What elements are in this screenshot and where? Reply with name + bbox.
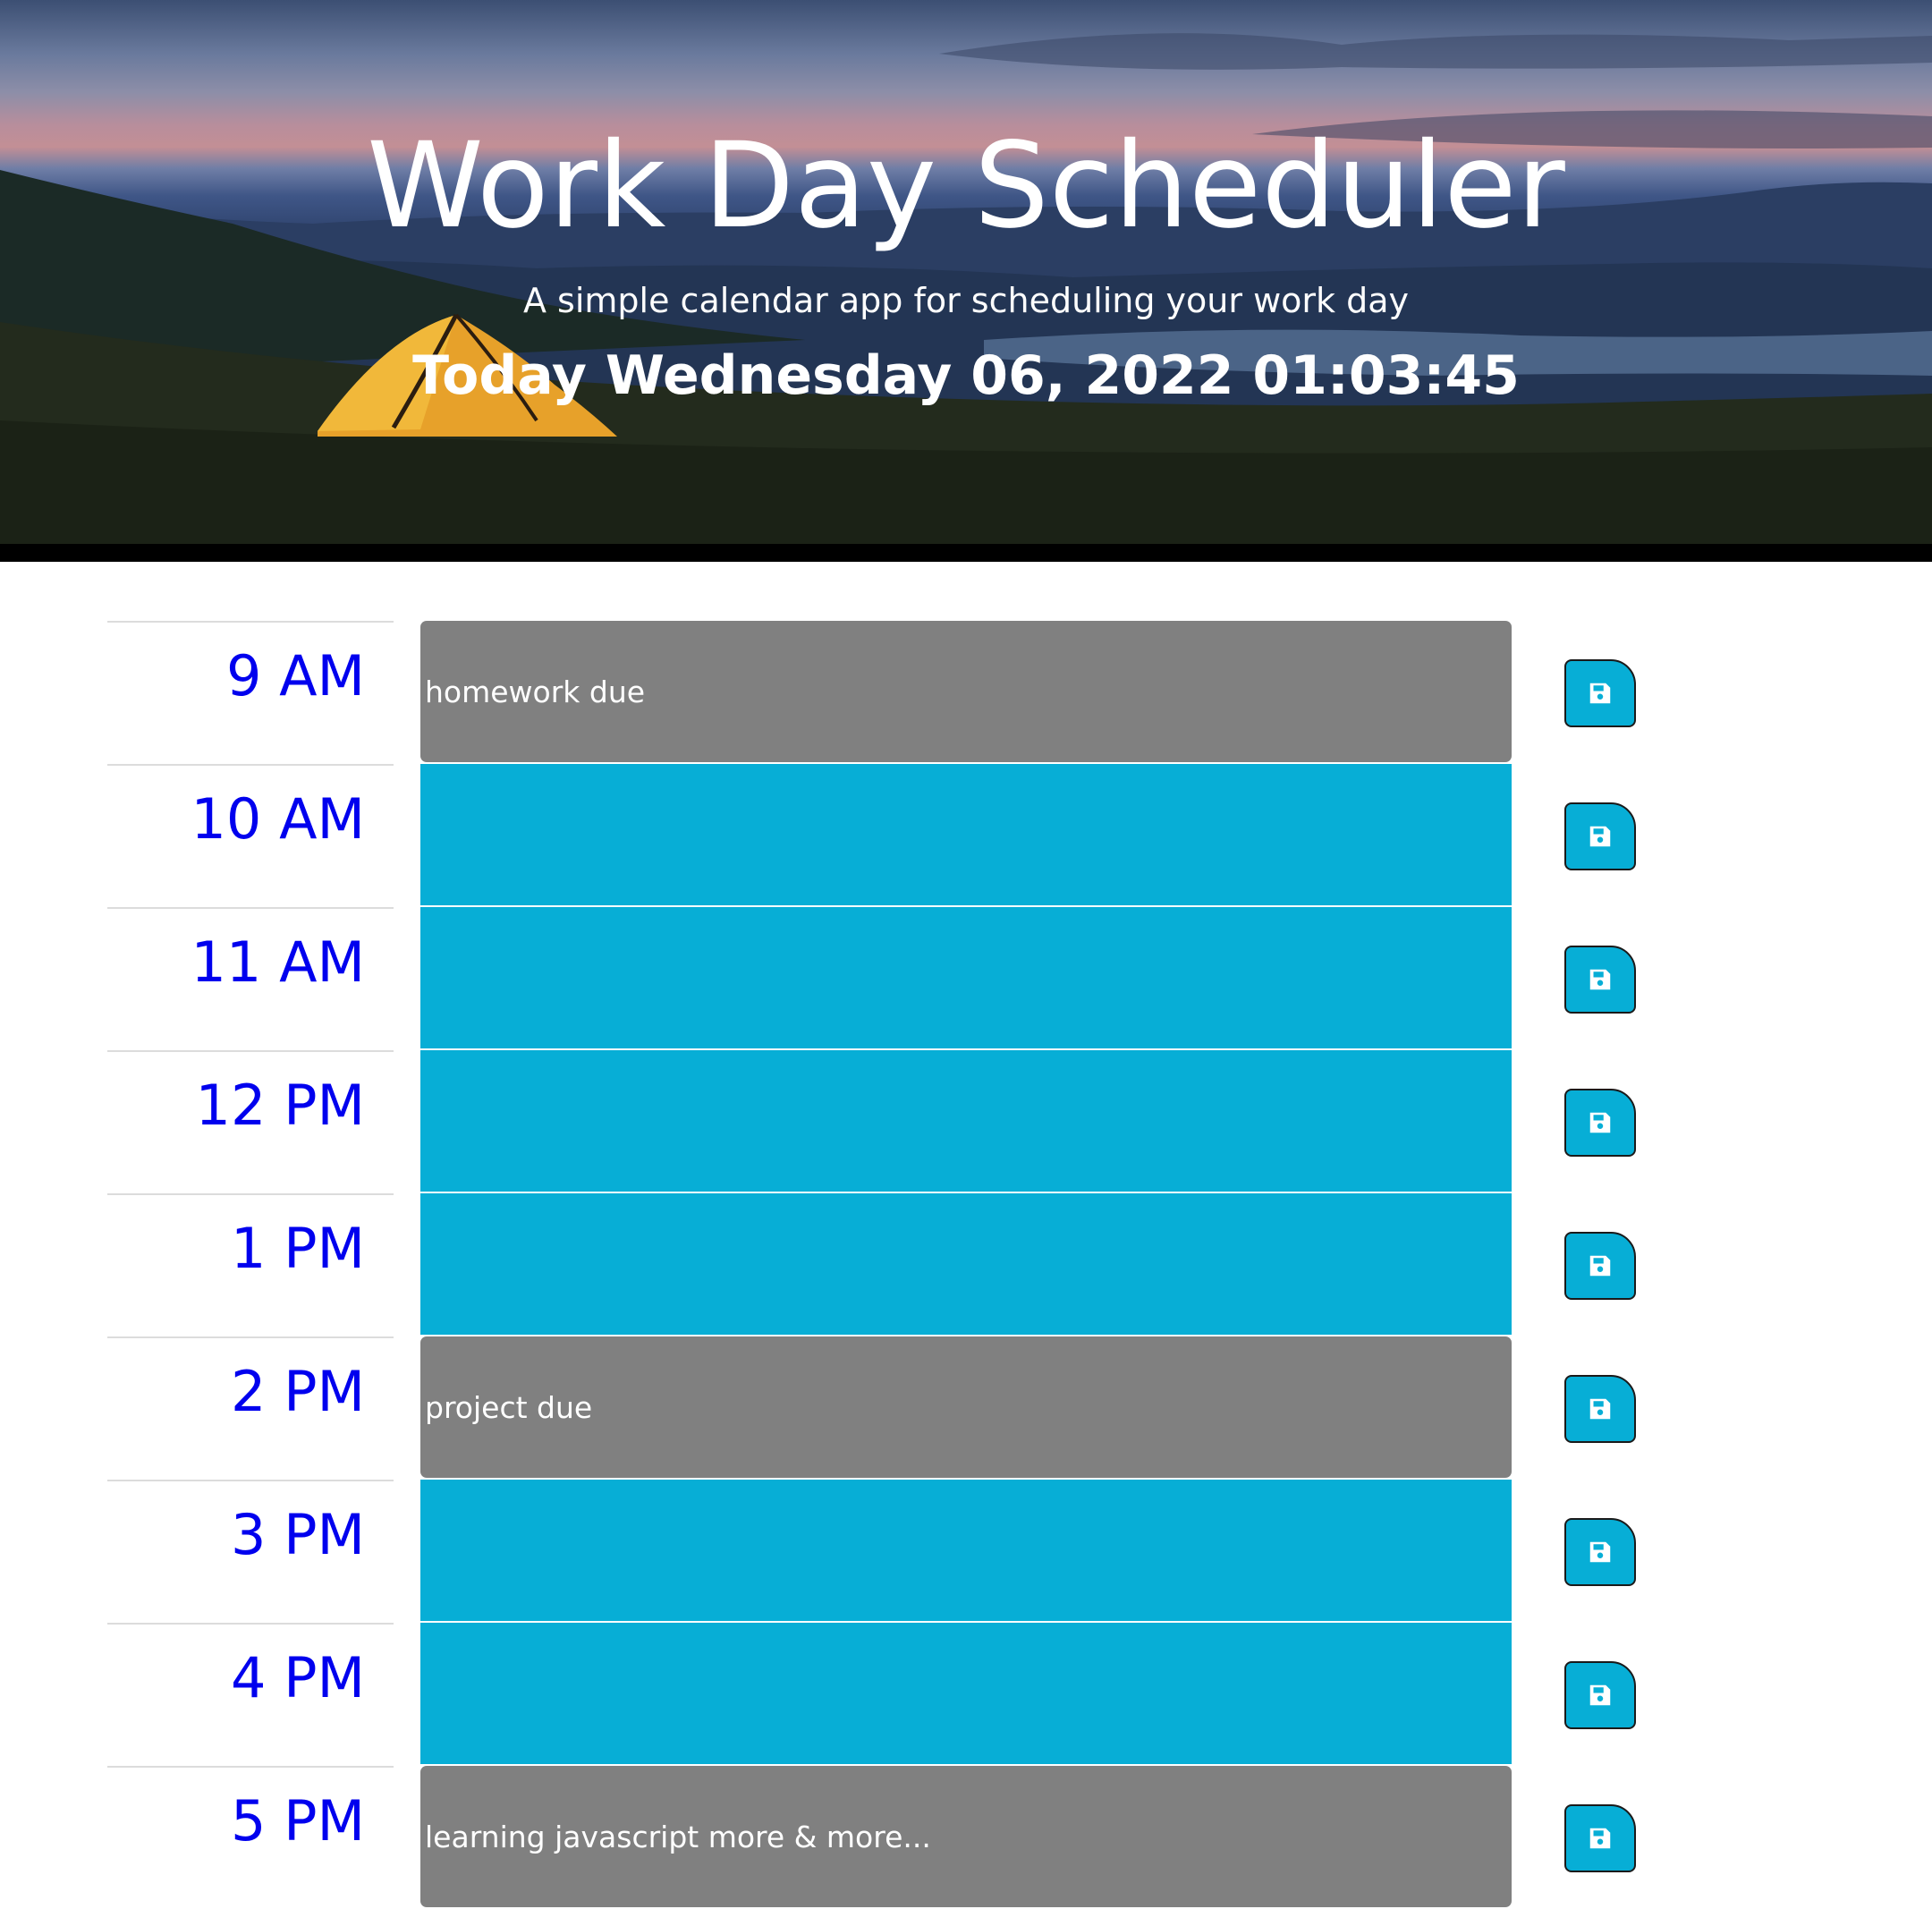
time-block: 9 AM homework due: [0, 621, 1932, 764]
event-description[interactable]: homework due: [420, 621, 1512, 762]
save-button[interactable]: [1564, 946, 1636, 1014]
time-block: 5 PM learning javascript more & more...: [0, 1766, 1932, 1909]
hour-label: 5 PM: [107, 1766, 394, 1909]
time-block: 3 PM: [0, 1480, 1932, 1623]
floppy-disk-icon: [1589, 1255, 1611, 1277]
page-subtitle: A simple calendar app for scheduling you…: [522, 281, 1410, 320]
event-description[interactable]: [420, 907, 1512, 1048]
schedule-container: 9 AM homework due 10 AM 11 AM 12 PM 1 PM…: [0, 621, 1932, 1909]
floppy-disk-icon: [1589, 826, 1611, 847]
time-block: 2 PM project due: [0, 1336, 1932, 1480]
event-description[interactable]: [420, 764, 1512, 905]
event-description[interactable]: [420, 1193, 1512, 1335]
save-button[interactable]: [1564, 1661, 1636, 1729]
event-description[interactable]: [420, 1480, 1512, 1621]
time-block: 12 PM: [0, 1050, 1932, 1193]
save-button[interactable]: [1564, 659, 1636, 727]
hour-label: 4 PM: [107, 1623, 394, 1766]
time-block: 4 PM: [0, 1623, 1932, 1766]
hour-label: 10 AM: [107, 764, 394, 907]
event-description[interactable]: learning javascript more & more...: [420, 1766, 1512, 1907]
current-date-time: Today Wednesday 06, 2022 01:03:45: [412, 344, 1520, 407]
header-divider: [0, 544, 1932, 562]
save-button[interactable]: [1564, 1804, 1636, 1872]
hour-label: 1 PM: [107, 1193, 394, 1336]
floppy-disk-icon: [1589, 1398, 1611, 1420]
floppy-disk-icon: [1589, 1828, 1611, 1849]
page-title: Work Day Scheduler: [367, 117, 1565, 255]
event-description[interactable]: [420, 1050, 1512, 1192]
save-button[interactable]: [1564, 1518, 1636, 1586]
hour-label: 11 AM: [107, 907, 394, 1050]
time-block: 1 PM: [0, 1193, 1932, 1336]
save-button[interactable]: [1564, 802, 1636, 870]
time-block: 10 AM: [0, 764, 1932, 907]
floppy-disk-icon: [1589, 1541, 1611, 1563]
floppy-disk-icon: [1589, 1112, 1611, 1133]
save-button[interactable]: [1564, 1089, 1636, 1157]
save-button[interactable]: [1564, 1232, 1636, 1300]
floppy-disk-icon: [1589, 683, 1611, 704]
jumbotron-header: Work Day Scheduler A simple calendar app…: [0, 0, 1932, 544]
floppy-disk-icon: [1589, 969, 1611, 990]
hour-label: 2 PM: [107, 1336, 394, 1480]
time-block: 11 AM: [0, 907, 1932, 1050]
hour-label: 9 AM: [107, 621, 394, 764]
hour-label: 3 PM: [107, 1480, 394, 1623]
event-description[interactable]: project due: [420, 1336, 1512, 1478]
floppy-disk-icon: [1589, 1684, 1611, 1706]
hour-label: 12 PM: [107, 1050, 394, 1193]
save-button[interactable]: [1564, 1375, 1636, 1443]
mountain-campsite-background: [0, 33, 1932, 544]
event-description[interactable]: [420, 1623, 1512, 1764]
